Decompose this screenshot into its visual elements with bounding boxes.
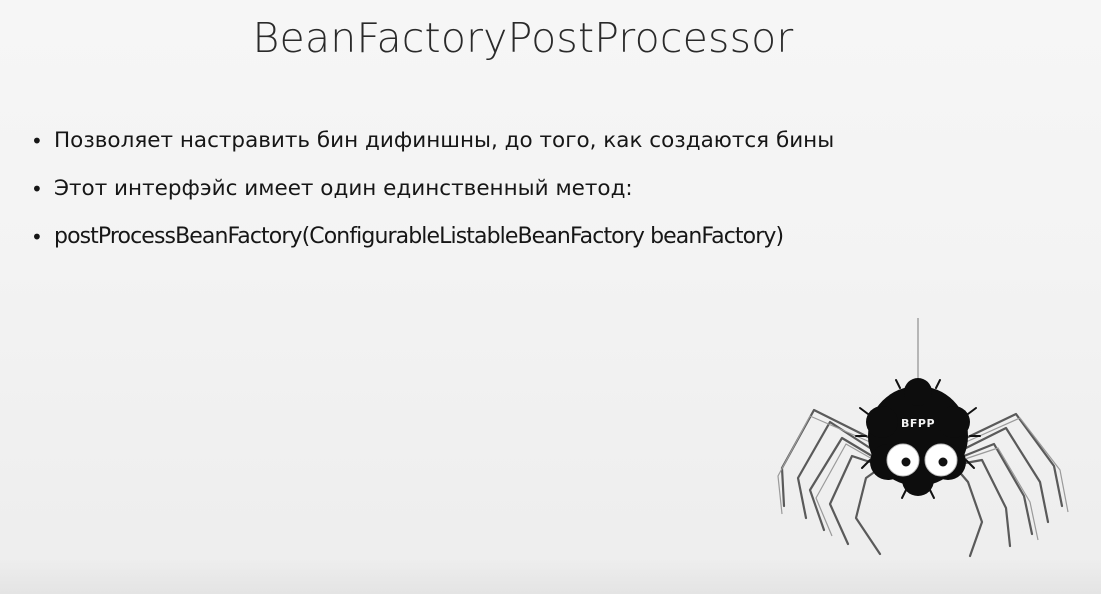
- bullet-text: Позволяет настравить бин дифиншны, до то…: [54, 128, 835, 153]
- bullet-item-method: • postProcessBeanFactory(ConfigurableLis…: [28, 213, 834, 261]
- bullet-list: • Позволяет настравить бин дифиншны, до …: [28, 117, 834, 261]
- bullet-dot: •: [31, 177, 43, 201]
- spider-icon: BFPP: [770, 318, 1080, 568]
- bullet-dot: •: [31, 225, 43, 249]
- slide-title: BeanFactoryPostProcessor: [252, 14, 794, 62]
- bullet-item-description: • Позволяет настравить бин дифиншны, до …: [28, 117, 834, 165]
- bullet-item-interface: • Этот интерфэйс имеет один единственный…: [28, 165, 834, 213]
- spider-label: BFPP: [900, 417, 936, 430]
- presentation-slide: BeanFactoryPostProcessor • Позволяет нас…: [0, 0, 1101, 594]
- bullet-text: Этот интерфэйс имеет один единственный м…: [54, 176, 633, 201]
- bullet-dot: •: [31, 129, 43, 153]
- bullet-text: postProcessBeanFactory(ConfigurableLista…: [54, 224, 784, 249]
